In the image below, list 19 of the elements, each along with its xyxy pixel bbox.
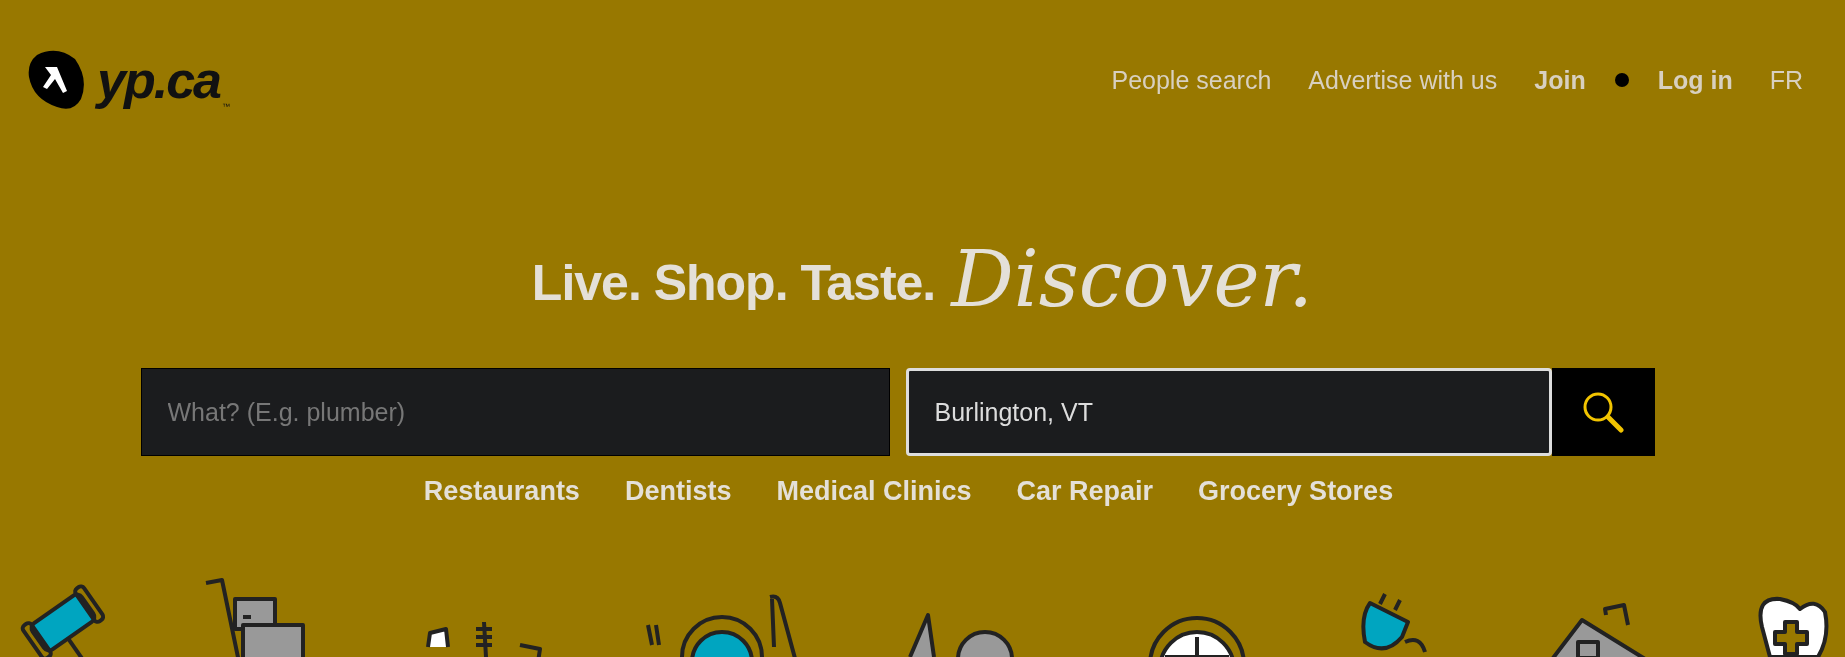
search-button[interactable] (1551, 368, 1655, 456)
nav-link[interactable]: People search (1111, 65, 1272, 95)
category-link[interactable]: Car Repair (1016, 476, 1154, 507)
separator-dot (1614, 73, 1629, 87)
category-link[interactable]: Medical Clinics (776, 476, 972, 507)
nav-link[interactable]: Log in (1657, 65, 1733, 95)
nav-link[interactable]: Join (1534, 65, 1586, 95)
script-heading: Discover. (951, 240, 1314, 318)
location-field[interactable]: Burlington, VT (905, 368, 1552, 456)
category-link[interactable]: Grocery Stores (1198, 476, 1394, 507)
tagline: Live. Shop. Taste. (531, 254, 936, 313)
nav-link[interactable]: FR (1769, 65, 1803, 95)
what-search-field[interactable]: What? (E.g. plumber) (140, 368, 890, 456)
nav-link[interactable]: Advertise with us (1308, 65, 1498, 95)
category-link[interactable]: Dentists (624, 476, 732, 507)
search-icon (1582, 391, 1624, 433)
category-link[interactable]: Restaurants (423, 476, 580, 507)
trademark: ™ (222, 102, 230, 111)
logo-icon[interactable] (27, 49, 87, 111)
